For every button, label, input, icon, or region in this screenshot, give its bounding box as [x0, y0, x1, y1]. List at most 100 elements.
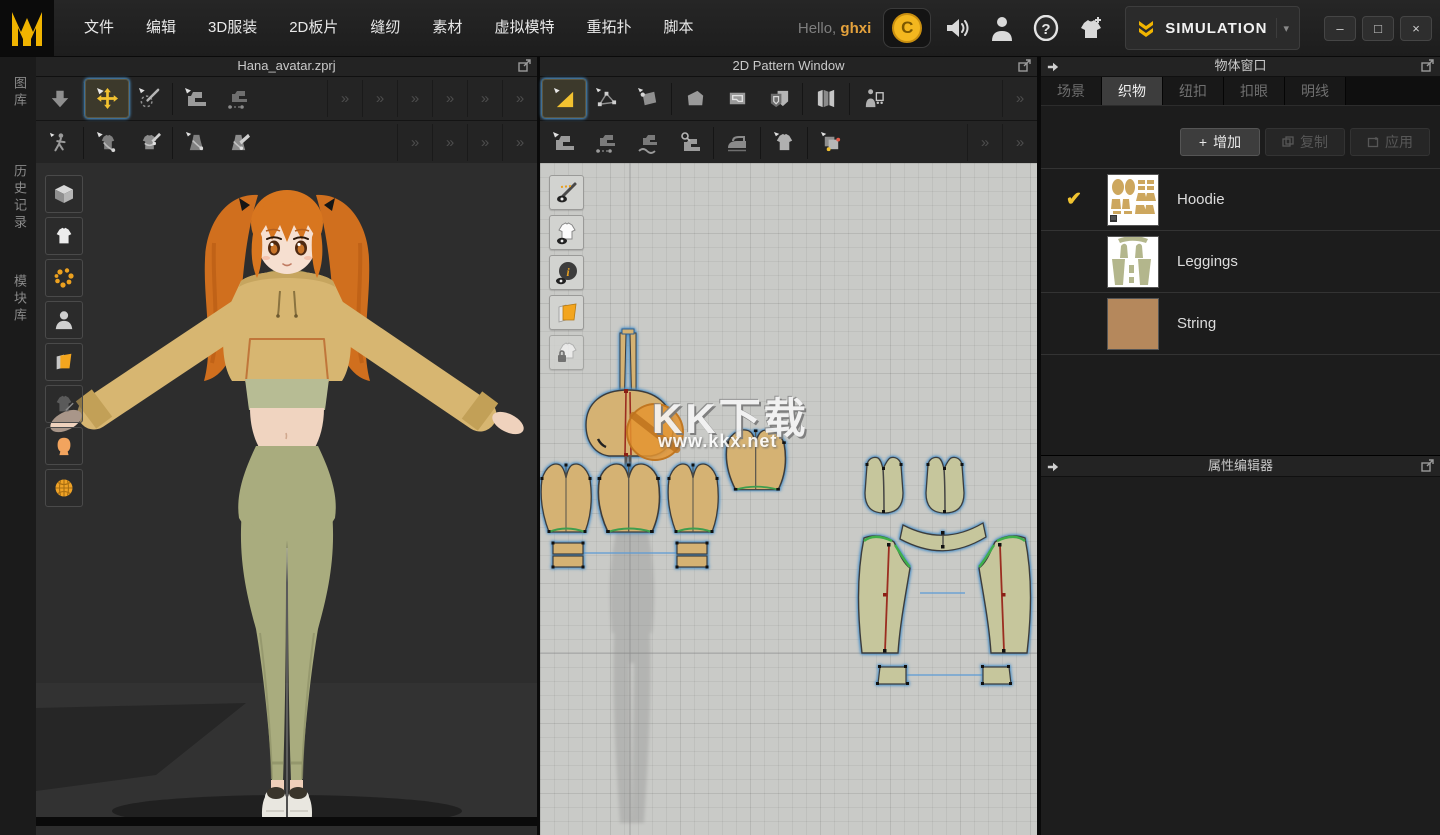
garment-fit-curve-tool[interactable]	[86, 124, 128, 161]
overflow-group-4[interactable]: »	[432, 80, 467, 117]
polygon-tool[interactable]	[674, 80, 716, 117]
menu-retopology[interactable]: 重拓扑	[570, 0, 647, 56]
polygon-icon	[684, 87, 707, 110]
tab-buttonhole[interactable]: 扣眼	[1224, 77, 1285, 105]
add-garment-button[interactable]	[1073, 9, 1107, 47]
garment-pen-tool[interactable]	[128, 124, 170, 161]
move-tool-selected[interactable]	[86, 80, 128, 117]
menu-sewing[interactable]: 缝纫	[354, 0, 416, 56]
tab-button[interactable]: 纽扣	[1163, 77, 1224, 105]
overflow-group-1[interactable]: »	[327, 80, 362, 117]
copy-fabric-button[interactable]: 复制	[1265, 128, 1345, 156]
pop-out-icon[interactable]	[1018, 59, 1031, 77]
dress-curve-tool[interactable]	[175, 124, 217, 161]
sync-avatar-pattern-tool[interactable]	[852, 80, 894, 117]
add-fabric-button[interactable]: + 增加	[1180, 128, 1260, 156]
detail-sewing-tool[interactable]	[669, 124, 711, 161]
shirt-pen-icon	[138, 131, 161, 154]
menu-script[interactable]: 脚本	[647, 0, 709, 56]
edit-pattern-tool[interactable]	[627, 80, 669, 117]
menu-material[interactable]: 素材	[416, 0, 478, 56]
app-logo[interactable]	[0, 0, 54, 56]
simulation-dropdown[interactable]: ▾	[1276, 18, 1289, 38]
show-avatar-skin-toggle[interactable]	[45, 427, 83, 465]
collapse-panel-icon[interactable]	[1047, 460, 1059, 478]
edit-curvature-tool[interactable]	[128, 80, 170, 117]
overflow-group-5[interactable]: »	[467, 80, 502, 117]
overflow-2d-2[interactable]: »	[967, 124, 1002, 161]
garment-2d-tool[interactable]	[763, 124, 805, 161]
overflow-group-9[interactable]: »	[467, 124, 502, 161]
close-button[interactable]: ×	[1400, 16, 1432, 41]
gizmo-mode-tool[interactable]	[39, 80, 81, 117]
maximize-button[interactable]: □	[1362, 16, 1394, 41]
viewport-3d-canvas[interactable]	[36, 163, 537, 826]
sewing-magnifier-icon	[678, 131, 702, 155]
credits-button[interactable]: C	[883, 8, 931, 48]
grading-tool[interactable]	[810, 124, 852, 161]
pop-out-icon[interactable]	[1421, 59, 1434, 77]
edit-point-tool[interactable]	[585, 80, 627, 117]
simulation-button[interactable]: SIMULATION ▾	[1125, 6, 1300, 50]
show-garment-2d-toggle[interactable]	[549, 215, 584, 250]
help-button[interactable]: ?	[1029, 9, 1063, 47]
avatar-pose-tool[interactable]	[39, 124, 81, 161]
mn-sewing-tool[interactable]	[627, 124, 669, 161]
menu-3d-garment[interactable]: 3D服装	[192, 0, 273, 56]
object-window-panel: 物体窗口 场景 织物 纽扣 扣眼 明线 + 增加 复制	[1041, 56, 1440, 835]
tab-library[interactable]: 图库	[10, 76, 29, 110]
account-button[interactable]	[985, 9, 1019, 47]
render-style-toggle[interactable]	[45, 175, 83, 213]
show-wireframe-toggle[interactable]	[45, 469, 83, 507]
free-sewing-tool[interactable]	[585, 124, 627, 161]
show-particle-toggle[interactable]	[45, 259, 83, 297]
tab-topstitch[interactable]: 明线	[1285, 77, 1346, 105]
dart-tool[interactable]	[758, 80, 800, 117]
sewing-edit-tool[interactable]	[175, 80, 217, 117]
show-hidden-garment-toggle[interactable]	[45, 385, 83, 423]
rectangle-tool[interactable]	[716, 80, 758, 117]
dress-knife-tool[interactable]	[217, 124, 259, 161]
overflow-group-10[interactable]: »	[502, 124, 537, 161]
pattern-2d-panel: 2D Pattern Window	[540, 56, 1037, 835]
left-dock-rail: 图库 历史记录 模块库	[0, 56, 37, 835]
transform-pattern-tool-selected[interactable]	[543, 80, 585, 117]
tab-module-library[interactable]: 模块库	[10, 274, 29, 325]
show-stitch-toggle[interactable]	[549, 175, 584, 210]
show-fabric-toggle[interactable]	[45, 343, 83, 381]
tab-fabric[interactable]: 织物	[1102, 77, 1163, 105]
pattern-2d-canvas[interactable]: KK下载 www.kkx.net	[540, 163, 1037, 835]
iron-tool[interactable]	[716, 124, 758, 161]
menu-2d-pattern[interactable]: 2D板片	[273, 0, 354, 56]
fold-arrangement-tool[interactable]	[805, 80, 847, 117]
fabric-row-hoodie[interactable]: ✔ Hoodie	[1041, 169, 1440, 231]
show-fabric-2d-toggle[interactable]	[549, 295, 584, 330]
minimize-button[interactable]: –	[1324, 16, 1356, 41]
overflow-group-3[interactable]: »	[397, 80, 432, 117]
menu-avatar[interactable]: 虚拟模特	[478, 0, 570, 56]
collapse-panel-icon[interactable]	[1047, 60, 1059, 78]
show-garment-toggle[interactable]	[45, 217, 83, 255]
sound-button[interactable]	[941, 9, 975, 47]
segment-sewing-tool[interactable]	[543, 124, 585, 161]
overflow-2d-1[interactable]: »	[1002, 80, 1037, 117]
overflow-group-8[interactable]: »	[432, 124, 467, 161]
lock-pattern-toggle[interactable]	[549, 335, 584, 370]
pop-out-icon[interactable]	[1421, 459, 1434, 477]
show-info-toggle[interactable]: i	[549, 255, 584, 290]
sewing-segment-tool[interactable]	[217, 80, 259, 117]
overflow-group-6[interactable]: »	[502, 80, 537, 117]
shirt-lock-icon	[555, 341, 579, 365]
pop-out-icon[interactable]	[518, 59, 531, 77]
overflow-group-7[interactable]: »	[397, 124, 432, 161]
fabric-row-leggings[interactable]: Leggings	[1041, 231, 1440, 293]
overflow-2d-3[interactable]: »	[1002, 124, 1037, 161]
menu-edit[interactable]: 编辑	[130, 0, 192, 56]
overflow-group-2[interactable]: »	[362, 80, 397, 117]
tab-history[interactable]: 历史记录	[10, 164, 29, 232]
apply-fabric-button[interactable]: 应用	[1350, 128, 1430, 156]
menu-file[interactable]: 文件	[68, 0, 130, 56]
show-avatar-toggle[interactable]	[45, 301, 83, 339]
fabric-row-string[interactable]: String	[1041, 293, 1440, 355]
tab-scene[interactable]: 场景	[1041, 77, 1102, 105]
